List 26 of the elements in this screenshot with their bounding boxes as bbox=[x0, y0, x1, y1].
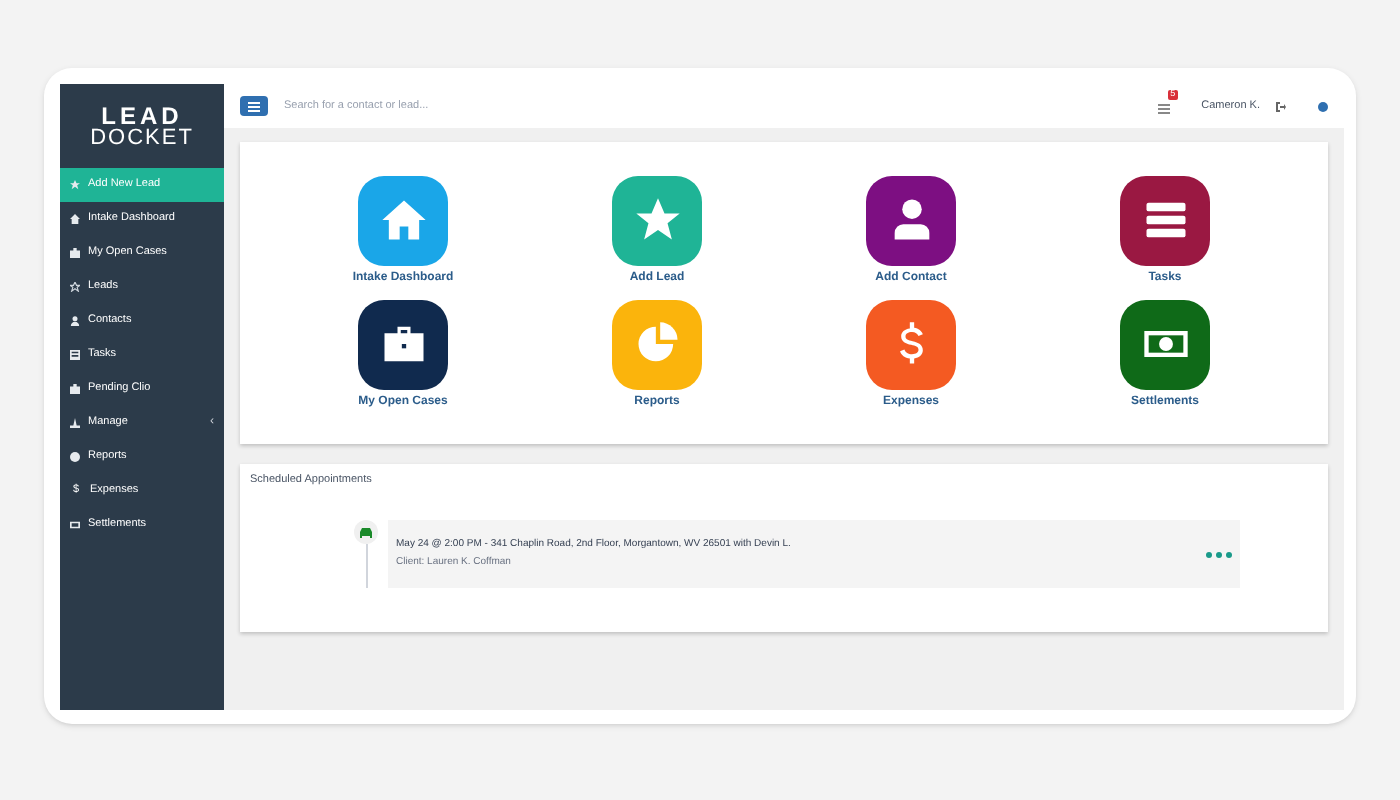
sidebar-icon bbox=[70, 520, 80, 530]
logout-icon[interactable] bbox=[1276, 101, 1286, 111]
sidebar-icon bbox=[70, 214, 80, 224]
sidebar-icon bbox=[70, 180, 80, 190]
shortcut-tile[interactable] bbox=[612, 299, 702, 389]
shortcut-tile[interactable] bbox=[358, 299, 448, 389]
sidebar-icon bbox=[70, 418, 80, 428]
list-icon[interactable] bbox=[1157, 104, 1170, 116]
sidebar-icon bbox=[70, 316, 80, 326]
logo-text: LEAD bbox=[101, 103, 183, 127]
sidebar-icon bbox=[70, 452, 80, 462]
sidebar-icon bbox=[70, 282, 80, 292]
shortcut-tile[interactable] bbox=[612, 175, 702, 265]
more-icon[interactable] bbox=[1206, 551, 1232, 558]
menu-icon bbox=[248, 101, 260, 111]
shortcut-tile[interactable] bbox=[866, 299, 956, 389]
shortcut-tile[interactable] bbox=[1120, 299, 1210, 389]
menu-button[interactable] bbox=[240, 96, 268, 116]
car-icon bbox=[360, 527, 372, 538]
shortcut-tile[interactable] bbox=[1120, 175, 1210, 265]
shortcut-tile[interactable] bbox=[358, 175, 448, 265]
logo-text: DOCKET bbox=[90, 127, 194, 149]
sidebar-icon bbox=[70, 384, 80, 394]
shortcut-tile[interactable] bbox=[866, 175, 956, 265]
sidebar-icon bbox=[70, 350, 80, 360]
sidebar-icon bbox=[70, 248, 80, 258]
